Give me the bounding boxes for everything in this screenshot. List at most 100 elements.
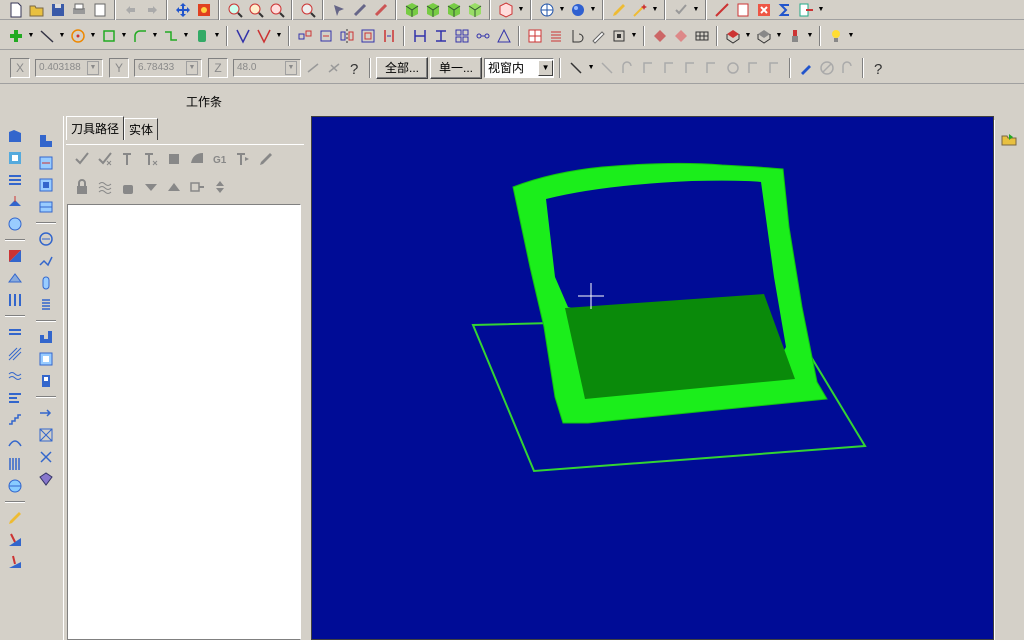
contour-icon[interactable] <box>4 125 26 147</box>
nearest-icon[interactable] <box>744 58 763 77</box>
globe-icon[interactable] <box>537 0 556 19</box>
solid-box-icon[interactable] <box>723 26 742 45</box>
chevron-down-icon[interactable]: ▼ <box>651 0 659 19</box>
toolpath-tree[interactable] <box>67 204 301 640</box>
array-icon[interactable] <box>431 26 450 45</box>
break-icon[interactable] <box>254 26 273 45</box>
post-icon[interactable] <box>35 370 57 392</box>
checkmark-icon[interactable] <box>671 0 690 19</box>
wrap-flow-icon[interactable] <box>4 453 26 475</box>
surface-rough-icon[interactable] <box>4 245 26 267</box>
multiaxis-icon[interactable] <box>4 289 26 311</box>
wand-icon[interactable] <box>630 0 649 19</box>
text-icon[interactable] <box>4 387 26 409</box>
endpoint-icon[interactable] <box>639 58 658 77</box>
stock-icon[interactable] <box>35 152 57 174</box>
chevron-down-icon[interactable]: ▼ <box>587 58 595 77</box>
wave-icon[interactable] <box>4 365 26 387</box>
chevron-down-icon[interactable]: ▼ <box>817 0 825 19</box>
edit-icon[interactable] <box>256 149 276 169</box>
view-iso-icon[interactable] <box>350 0 369 19</box>
post-lock-icon[interactable] <box>118 177 138 197</box>
grid-icon[interactable] <box>494 26 513 45</box>
drill-icon[interactable] <box>4 191 26 213</box>
theta-icon[interactable] <box>35 228 57 250</box>
open-folder-icon[interactable] <box>998 128 1020 150</box>
dimension-icon[interactable] <box>473 26 492 45</box>
cube-red-icon[interactable] <box>496 0 515 19</box>
face-icon[interactable] <box>4 169 26 191</box>
z-coord-button[interactable]: Z <box>208 57 228 78</box>
line-tool-icon[interactable] <box>566 58 585 77</box>
tab-solids[interactable]: 实体 <box>124 118 159 140</box>
rough-tool-icon[interactable] <box>4 529 26 551</box>
pan-icon[interactable] <box>173 0 192 19</box>
chevron-down-icon[interactable]: ▼ <box>186 60 198 75</box>
edit-pencil-icon[interactable] <box>609 0 628 19</box>
chevron-down-icon[interactable]: ▼ <box>58 26 66 45</box>
auto-cursor-icon[interactable] <box>597 58 616 77</box>
pencil-tool-icon[interactable] <box>4 507 26 529</box>
fast-point-icon[interactable] <box>303 58 322 77</box>
y-coord-button[interactable]: Y <box>109 57 129 78</box>
stretch-icon[interactable] <box>452 26 471 45</box>
chevron-down-icon[interactable]: ▼ <box>89 26 97 45</box>
view-front-icon[interactable] <box>465 0 484 19</box>
open-file-icon[interactable] <box>27 0 46 19</box>
verify-icon[interactable] <box>187 149 207 169</box>
chevron-down-icon[interactable]: ▼ <box>213 26 221 45</box>
circle-icon[interactable] <box>68 26 87 45</box>
frame-icon[interactable] <box>35 348 57 370</box>
relative-point-icon[interactable] <box>324 58 343 77</box>
highfeed-icon[interactable] <box>233 149 253 169</box>
light-icon[interactable] <box>826 26 845 45</box>
erase-icon[interactable] <box>817 58 836 77</box>
chevron-down-icon[interactable]: ▼ <box>847 26 855 45</box>
select-icon[interactable] <box>329 0 348 19</box>
gem-icon[interactable] <box>35 468 57 490</box>
select-all-icon[interactable] <box>72 149 92 169</box>
transform-rotate-icon[interactable] <box>316 26 335 45</box>
view-side-icon[interactable] <box>444 0 463 19</box>
save-icon[interactable] <box>48 0 67 19</box>
plot-icon[interactable] <box>712 0 731 19</box>
rectangle-icon[interactable] <box>99 26 118 45</box>
chevron-down-icon[interactable]: ▼ <box>275 26 283 45</box>
finish-tool-icon[interactable] <box>4 551 26 573</box>
surface-icon[interactable] <box>671 26 690 45</box>
undo-icon[interactable] <box>121 0 140 19</box>
transform-translate-icon[interactable] <box>295 26 314 45</box>
chevron-down-icon[interactable]: ▼ <box>151 26 159 45</box>
new-file-icon[interactable] <box>6 0 25 19</box>
solid-box-icon[interactable] <box>754 26 773 45</box>
mirror-icon[interactable] <box>337 26 356 45</box>
zoom-out-icon[interactable] <box>267 0 286 19</box>
sphere-icon[interactable] <box>568 0 587 19</box>
view-front-icon[interactable] <box>423 0 442 19</box>
layer-icon[interactable] <box>35 326 57 348</box>
chevron-down-icon[interactable]: ▼ <box>27 26 35 45</box>
graphics-viewport[interactable] <box>311 116 994 640</box>
chevron-down-icon[interactable]: ▼ <box>558 0 566 19</box>
chevron-down-icon[interactable]: ▼ <box>182 26 190 45</box>
zoom-unzoom-icon[interactable] <box>298 0 317 19</box>
wrap-icon[interactable] <box>588 26 607 45</box>
gcode-icon[interactable]: G1 <box>210 149 230 169</box>
chevron-down-icon[interactable]: ▼ <box>120 26 128 45</box>
list-icon[interactable] <box>525 26 544 45</box>
lock-icon[interactable] <box>72 177 92 197</box>
help-icon[interactable]: ? <box>869 58 888 77</box>
transform-icon[interactable] <box>35 424 57 446</box>
print-icon[interactable] <box>69 0 88 19</box>
fixture-icon[interactable] <box>35 174 57 196</box>
toggle-display-icon[interactable] <box>95 177 115 197</box>
list-icon[interactable] <box>546 26 565 45</box>
offset-icon[interactable] <box>379 26 398 45</box>
print-preview-icon[interactable] <box>90 0 109 19</box>
chamfer-icon[interactable] <box>161 26 180 45</box>
scale-icon[interactable] <box>358 26 377 45</box>
normal-icon[interactable] <box>765 58 784 77</box>
regen-dirty-icon[interactable] <box>141 149 161 169</box>
view-top-icon[interactable] <box>371 0 390 19</box>
chevron-down-icon[interactable]: ▼ <box>775 26 783 45</box>
